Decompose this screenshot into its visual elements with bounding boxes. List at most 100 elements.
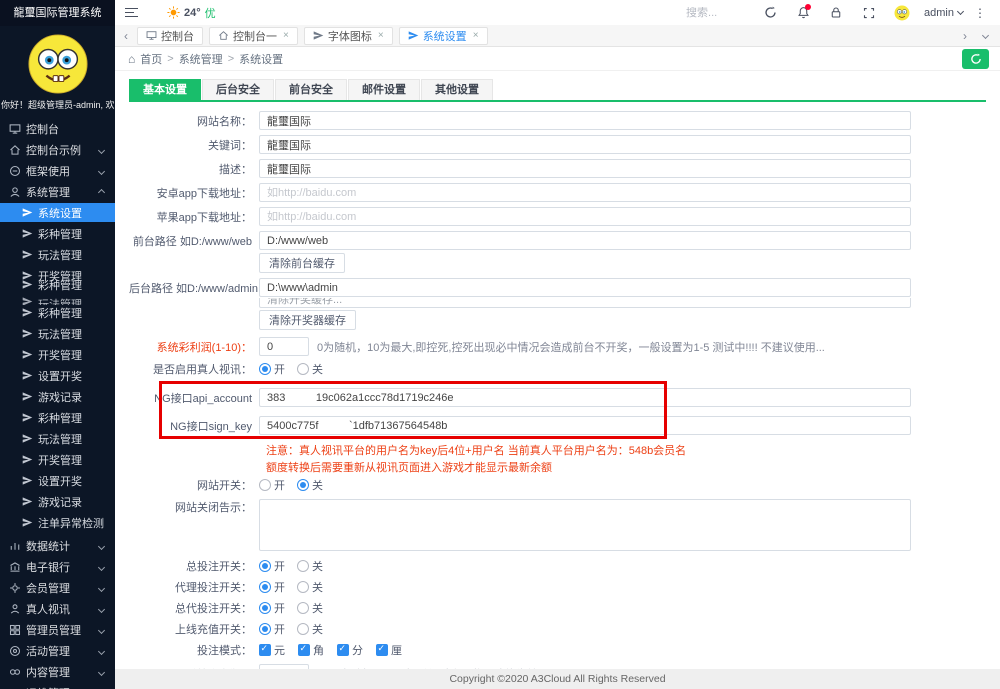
user-menu[interactable]: admin <box>924 7 963 19</box>
sidebar-subitem-system-settings[interactable]: 系统设置 <box>0 203 115 222</box>
sidebar-item-ops[interactable]: 运维管理 <box>0 683 115 689</box>
checkbox-li[interactable] <box>376 644 388 656</box>
ng-account-input[interactable] <box>259 388 911 407</box>
search-input[interactable] <box>686 7 750 19</box>
sidebar-subitem[interactable]: 彩种管理 <box>0 224 115 243</box>
close-icon[interactable]: × <box>378 30 384 41</box>
clear-lottery-cache-button[interactable]: 清除开奖器缓存 <box>259 310 356 330</box>
radio-off[interactable] <box>297 581 309 593</box>
send-icon <box>22 433 33 444</box>
description-label: 描述： <box>129 161 259 177</box>
radio-on[interactable] <box>259 479 271 491</box>
radio-on[interactable] <box>259 581 271 593</box>
sidebar-subitem-order-anomaly[interactable]: 注单异常检测 <box>0 513 115 532</box>
breadcrumb: ⌂ 首页 > 系统管理 > 系统设置 <box>115 47 1000 71</box>
ng-key-input[interactable] <box>259 416 911 435</box>
front-path-input[interactable] <box>259 231 911 250</box>
sidebar-subitem[interactable]: 彩种管理 <box>0 303 115 322</box>
sidebar-item-admins[interactable]: 管理员管理 <box>0 620 115 640</box>
sidebar-subitem[interactable]: 玩法管理 <box>0 245 115 264</box>
site-name-input[interactable] <box>259 111 911 130</box>
sidebar-item-framework[interactable]: 框架使用 <box>0 161 115 181</box>
close-icon[interactable]: × <box>283 30 289 41</box>
sidebar-item-contents[interactable]: 内容管理 <box>0 662 115 682</box>
checkbox-jiao[interactable] <box>298 644 310 656</box>
page-tab-console-one[interactable]: 控制台一× <box>209 27 298 45</box>
sidebar-item-statistics[interactable]: 数据统计 <box>0 536 115 556</box>
tabs-scroll-right-icon[interactable]: › <box>960 29 970 43</box>
chevron-down-icon <box>98 146 105 153</box>
checkbox-fen[interactable] <box>337 644 349 656</box>
tab-frontend-security[interactable]: 前台安全 <box>275 79 347 100</box>
sidebar-subitem[interactable]: 玩法管理 <box>0 429 115 448</box>
sidebar-item-console[interactable]: 控制台 <box>0 119 115 139</box>
refresh-icon[interactable] <box>757 3 783 23</box>
refresh-page-button[interactable] <box>962 49 989 69</box>
tab-mail-settings[interactable]: 邮件设置 <box>348 79 420 100</box>
sidebar-subitem[interactable]: 玩法管理 <box>0 324 115 343</box>
radio-off[interactable] <box>297 623 309 635</box>
page-tab-console[interactable]: 控制台 <box>137 27 203 45</box>
menu-toggle-icon[interactable] <box>125 8 138 18</box>
tabs-dropdown-icon[interactable] <box>976 33 994 38</box>
breadcrumb-item[interactable]: 首页 <box>140 51 162 67</box>
sidebar-item-activities[interactable]: 活动管理 <box>0 641 115 661</box>
sidebar-item-console-demo[interactable]: 控制台示例 <box>0 140 115 160</box>
send-icon <box>22 349 33 360</box>
grid-icon <box>9 624 21 636</box>
more-menu-icon[interactable]: ⋮ <box>970 6 990 20</box>
radio-on[interactable] <box>259 623 271 635</box>
tab-other-settings[interactable]: 其他设置 <box>421 79 493 100</box>
close-notice-textarea[interactable] <box>259 499 911 551</box>
radio-off[interactable] <box>297 560 309 572</box>
ng-note-2: 额度转换后需要重新从视讯页面进入游戏才能显示最新余额 <box>266 459 986 471</box>
sidebar-subitem[interactable]: 设置开奖 <box>0 366 115 385</box>
description-input[interactable] <box>259 159 911 178</box>
lock-icon[interactable] <box>823 3 849 23</box>
breadcrumb-item[interactable]: 系统设置 <box>239 51 283 67</box>
tabs-scroll-left-icon[interactable]: ‹ <box>121 29 131 43</box>
glitched-clipped-input <box>259 298 911 308</box>
checkbox-yuan[interactable] <box>259 644 271 656</box>
fullscreen-icon[interactable] <box>856 3 882 23</box>
home-icon <box>9 144 21 156</box>
notifications-bell-icon[interactable] <box>790 3 816 23</box>
sidebar-subitem[interactable]: 设置开奖 <box>0 471 115 490</box>
page-tab-system-settings[interactable]: 系统设置× <box>399 27 488 45</box>
sidebar-item-ebank[interactable]: 电子银行 <box>0 557 115 577</box>
sidebar-subitem[interactable]: 开奖管理 <box>0 345 115 364</box>
close-icon[interactable]: × <box>473 30 479 41</box>
ios-url-input[interactable] <box>259 207 911 226</box>
radio-on[interactable] <box>259 363 271 375</box>
temperature-value: 24° <box>184 7 201 19</box>
sidebar-subitem[interactable]: 彩种管理 <box>0 408 115 427</box>
sidebar-subitem[interactable]: 开奖管理 <box>0 450 115 469</box>
sidebar-subitem[interactable]: 玩法管理 <box>0 296 115 305</box>
radio-off[interactable] <box>297 363 309 375</box>
sidebar-item-members[interactable]: 会员管理 <box>0 578 115 598</box>
clear-front-cache-button[interactable]: 清除前台缓存 <box>259 253 345 273</box>
sidebar-item-live-video[interactable]: 真人视讯 <box>0 599 115 619</box>
sidebar-submenu: 系统设置 彩种管理 玩法管理 开奖管理 彩种管理 玩法管理 彩种管理 玩法管理 … <box>0 203 115 532</box>
android-url-input[interactable] <box>259 183 911 202</box>
user-icon <box>9 186 21 198</box>
radio-on[interactable] <box>259 602 271 614</box>
user-avatar[interactable] <box>889 3 915 23</box>
sidebar-item-system[interactable]: 系统管理 <box>0 182 115 202</box>
chevron-down-icon <box>98 167 105 174</box>
radio-off[interactable] <box>297 602 309 614</box>
home-icon <box>218 30 229 41</box>
radio-off[interactable] <box>297 479 309 491</box>
tab-backend-security[interactable]: 后台安全 <box>202 79 274 100</box>
radio-on[interactable] <box>259 560 271 572</box>
admin-path-input[interactable] <box>259 278 911 297</box>
breadcrumb-item[interactable]: 系统管理 <box>179 51 223 67</box>
sidebar-subitem[interactable]: 彩种管理 <box>0 275 115 294</box>
keywords-input[interactable] <box>259 135 911 154</box>
sidebar-subitem[interactable]: 游戏记录 <box>0 492 115 511</box>
ng-note-1: 注意：真人视讯平台的用户名为key后4位+用户名 当前真人平台用户名为：548b… <box>266 442 986 454</box>
tab-basic-settings[interactable]: 基本设置 <box>129 79 201 100</box>
system-profit-input[interactable] <box>259 337 309 356</box>
page-tab-font-icons[interactable]: 字体图标× <box>304 27 393 45</box>
sidebar-subitem[interactable]: 游戏记录 <box>0 387 115 406</box>
